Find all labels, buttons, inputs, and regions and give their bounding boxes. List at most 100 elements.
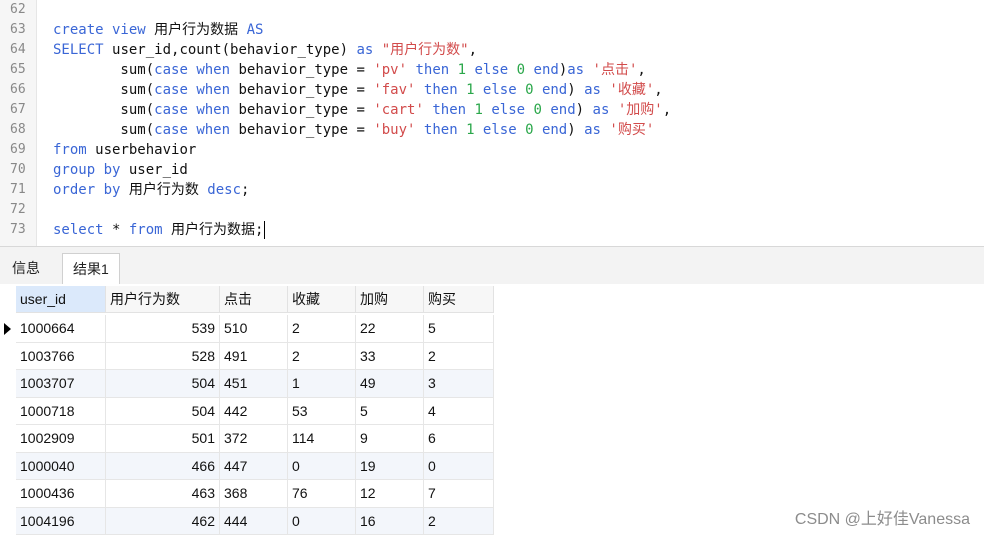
- table-cell[interactable]: 22: [356, 315, 424, 343]
- code-line[interactable]: 66 sum(case when behavior_type = 'fav' t…: [0, 80, 984, 100]
- table-cell[interactable]: 1003707: [16, 370, 106, 398]
- line-number: 65: [10, 62, 26, 77]
- code-token: end: [541, 82, 568, 98]
- table-cell[interactable]: 1000664: [16, 315, 106, 343]
- watermark: CSDN @上好佳Vanessa: [794, 511, 970, 528]
- table-cell[interactable]: 1000718: [16, 397, 106, 425]
- table-cell[interactable]: 1000436: [16, 480, 106, 508]
- table-cell[interactable]: 33: [356, 342, 424, 370]
- table-cell[interactable]: 372: [220, 425, 288, 453]
- code-line[interactable]: 64 SELECT user_id,count(behavior_type) as…: [0, 40, 984, 60]
- code-line[interactable]: 65 sum(case when behavior_type = 'pv' th…: [0, 60, 984, 80]
- table-cell[interactable]: 442: [220, 397, 288, 425]
- sql-editor[interactable]: 62 63 create view 用户行为数据 AS 64 SELECT user_i…: [0, 0, 984, 246]
- code-text[interactable]: from userbehavior: [53, 140, 196, 160]
- table-cell[interactable]: 1: [288, 370, 356, 398]
- table-cell[interactable]: 12: [356, 480, 424, 508]
- table-cell[interactable]: 4: [424, 397, 494, 425]
- table-cell[interactable]: 504: [106, 397, 220, 425]
- table-cell[interactable]: 1000040: [16, 452, 106, 480]
- table-cell[interactable]: 504: [106, 370, 220, 398]
- result-grid[interactable]: user_id 用户行为数 点击 收藏 加购 购买 1000664 539 510 2…: [0, 284, 984, 539]
- code-token: case: [154, 82, 197, 98]
- table-cell[interactable]: 49: [356, 370, 424, 398]
- table-cell[interactable]: 6: [424, 425, 494, 453]
- table-cell[interactable]: 463: [106, 480, 220, 508]
- table-cell[interactable]: 76: [288, 480, 356, 508]
- table-cell[interactable]: 539: [106, 315, 220, 343]
- table-cell[interactable]: 19: [356, 452, 424, 480]
- table-cell[interactable]: 5: [356, 397, 424, 425]
- code-text[interactable]: sum(case when behavior_type = 'fav' then…: [53, 80, 662, 100]
- code-line[interactable]: 62: [0, 0, 984, 20]
- code-text[interactable]: order by 用户行为数 desc;: [53, 180, 249, 200]
- code-line[interactable]: 73 select * from 用户行为数据;: [0, 220, 984, 240]
- table-cell[interactable]: 2: [424, 507, 494, 535]
- tab-info[interactable]: 信息: [2, 254, 50, 282]
- code-text[interactable]: group by user_id: [53, 160, 188, 180]
- code-token: else: [482, 122, 526, 138]
- code-line[interactable]: 68 sum(case when behavior_type = 'buy' t…: [0, 120, 984, 140]
- table-cell[interactable]: 510: [220, 315, 288, 343]
- table-cell[interactable]: 1004196: [16, 507, 106, 535]
- table-cell[interactable]: 1003766: [16, 342, 106, 370]
- code-token: else: [491, 102, 534, 118]
- code-line[interactable]: 71 order by 用户行为数 desc;: [0, 180, 984, 200]
- result-tabs: 信息 结果1: [0, 246, 984, 285]
- table-cell[interactable]: 491: [220, 342, 288, 370]
- table-cell[interactable]: 0: [424, 452, 494, 480]
- code-text[interactable]: sum(case when behavior_type = 'pv' then …: [53, 60, 645, 80]
- column-header-behavior-count[interactable]: 用户行为数: [106, 286, 220, 313]
- code-token: 'pv': [373, 62, 416, 78]
- code-line[interactable]: 63 create view 用户行为数据 AS: [0, 20, 984, 40]
- table-cell[interactable]: 501: [106, 425, 220, 453]
- table-cell[interactable]: 2: [288, 315, 356, 343]
- code-line[interactable]: 69 from userbehavior: [0, 140, 984, 160]
- code-text[interactable]: select * from 用户行为数据;: [53, 220, 266, 240]
- table-cell[interactable]: 7: [424, 480, 494, 508]
- code-token: behavior_type =: [238, 82, 374, 98]
- code-text[interactable]: sum(case when behavior_type = 'buy' then…: [53, 120, 654, 140]
- code-line[interactable]: 70 group by user_id: [0, 160, 984, 180]
- table-cell[interactable]: 9: [356, 425, 424, 453]
- table-cell[interactable]: 2: [424, 342, 494, 370]
- column-header-buy[interactable]: 购买: [424, 286, 494, 313]
- table-cell[interactable]: 2: [288, 342, 356, 370]
- column-header-user-id[interactable]: user_id: [16, 286, 106, 313]
- table-cell[interactable]: 0: [288, 507, 356, 535]
- code-token: 1: [466, 82, 483, 98]
- code-text[interactable]: sum(case when behavior_type = 'cart' the…: [53, 100, 671, 120]
- table-cell[interactable]: 53: [288, 397, 356, 425]
- code-token: 'cart': [373, 102, 433, 118]
- table-cell[interactable]: 451: [220, 370, 288, 398]
- tab-result1[interactable]: 结果1: [62, 253, 120, 285]
- code-token: as: [584, 82, 610, 98]
- table-cell[interactable]: 16: [356, 507, 424, 535]
- code-token: behavior_type =: [238, 102, 374, 118]
- code-token: end: [533, 62, 559, 78]
- table-cell[interactable]: 3: [424, 370, 494, 398]
- code-token: behavior_type =: [238, 62, 374, 78]
- table-cell[interactable]: 444: [220, 507, 288, 535]
- column-header-favorite[interactable]: 收藏: [288, 286, 356, 313]
- table-cell[interactable]: 1002909: [16, 425, 106, 453]
- code-text[interactable]: SELECT user_id,count(behavior_type) as "…: [53, 40, 477, 60]
- code-line[interactable]: 67 sum(case when behavior_type = 'cart' …: [0, 100, 984, 120]
- table-cell[interactable]: 5: [424, 315, 494, 343]
- table-cell[interactable]: 466: [106, 452, 220, 480]
- column-header-cart[interactable]: 加购: [356, 286, 424, 313]
- code-line[interactable]: 72: [0, 200, 984, 220]
- table-cell[interactable]: 462: [106, 507, 220, 535]
- code-text[interactable]: create view 用户行为数据 AS: [53, 20, 263, 40]
- code-token: ,: [468, 42, 478, 58]
- table-cell[interactable]: 368: [220, 480, 288, 508]
- code-token: AS: [246, 22, 264, 38]
- table-cell[interactable]: 0: [288, 452, 356, 480]
- table-cell[interactable]: 447: [220, 452, 288, 480]
- code-token: user_id: [128, 162, 188, 178]
- table-cell[interactable]: 528: [106, 342, 220, 370]
- code-token: select: [53, 222, 113, 238]
- column-header-click[interactable]: 点击: [220, 286, 288, 313]
- code-token: ;: [241, 182, 250, 198]
- table-cell[interactable]: 114: [288, 425, 356, 453]
